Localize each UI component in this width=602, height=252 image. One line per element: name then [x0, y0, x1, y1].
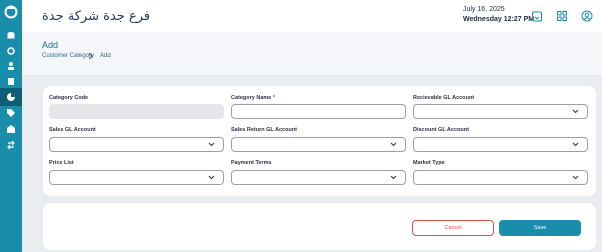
database-icon[interactable]: [5, 30, 17, 42]
brand-name: فرع جدة شركة جدة: [42, 9, 151, 24]
store-icon[interactable]: [5, 123, 17, 135]
sales-gl-select[interactable]: [49, 137, 224, 152]
logo-icon[interactable]: [3, 4, 19, 20]
chevron-down-icon: [572, 109, 579, 114]
tag-icon[interactable]: [5, 107, 17, 119]
datetime-text: Wednesday 12:27 PM: [463, 16, 535, 23]
grid-icon[interactable]: [556, 10, 568, 22]
sidebar: [0, 0, 22, 252]
price-list-select[interactable]: [49, 170, 224, 185]
category-name-input[interactable]: [231, 104, 406, 119]
receivable-gl-label: Recievable GL Account: [413, 95, 475, 101]
cancel-button[interactable]: Cancel: [412, 220, 494, 236]
breadcrumb-customer-category[interactable]: Customer Category: [42, 53, 94, 59]
chevron-right-icon: [88, 52, 93, 60]
sales-gl-label: Sales GL Account: [49, 127, 96, 133]
discount-gl-label: Discount GL Account: [413, 127, 469, 133]
chevron-down-icon: [390, 142, 397, 147]
breadcrumb-add: Add: [100, 53, 111, 59]
date-text: July 16, 2025: [463, 6, 505, 13]
receivable-gl-select[interactable]: [413, 104, 588, 119]
chevron-down-icon: [208, 175, 215, 180]
user-icon[interactable]: [581, 10, 593, 22]
save-button[interactable]: Save: [499, 220, 581, 236]
chevron-down-icon: [390, 175, 397, 180]
page-header: Add Customer Category Add: [22, 32, 602, 76]
discount-gl-select[interactable]: [413, 137, 588, 152]
form-card: Category Code Category Name * Recievable…: [43, 86, 596, 196]
transfer-icon[interactable]: [5, 139, 17, 151]
users-icon[interactable]: [5, 60, 17, 72]
chevron-down-icon: [572, 175, 579, 180]
market-type-label: Market Type: [413, 160, 445, 166]
required-mark: *: [272, 95, 276, 101]
page-title: Add: [42, 40, 59, 50]
chevron-down-icon: [208, 142, 215, 147]
building-icon[interactable]: [5, 75, 17, 87]
sales-return-gl-select[interactable]: [231, 137, 406, 152]
payment-terms-select[interactable]: [231, 170, 406, 185]
sales-return-gl-label: Sales Return GL Account: [231, 127, 298, 133]
category-code-input: [49, 104, 224, 119]
chevron-down-icon: [572, 142, 579, 147]
price-list-label: Price List: [49, 160, 74, 166]
top-bar: فرع جدة شركة جدة July 16, 2025 Wednesday…: [22, 0, 602, 32]
calendar-icon[interactable]: [531, 10, 543, 22]
category-name-label: Category Name *: [231, 95, 276, 101]
market-type-select[interactable]: [413, 170, 588, 185]
category-code-label: Category Code: [49, 95, 89, 101]
pie-chart-icon[interactable]: [5, 91, 17, 103]
payment-terms-label: Payment Terms: [231, 160, 272, 166]
action-card: Cancel Save: [43, 203, 596, 250]
settings-icon[interactable]: [5, 45, 17, 57]
